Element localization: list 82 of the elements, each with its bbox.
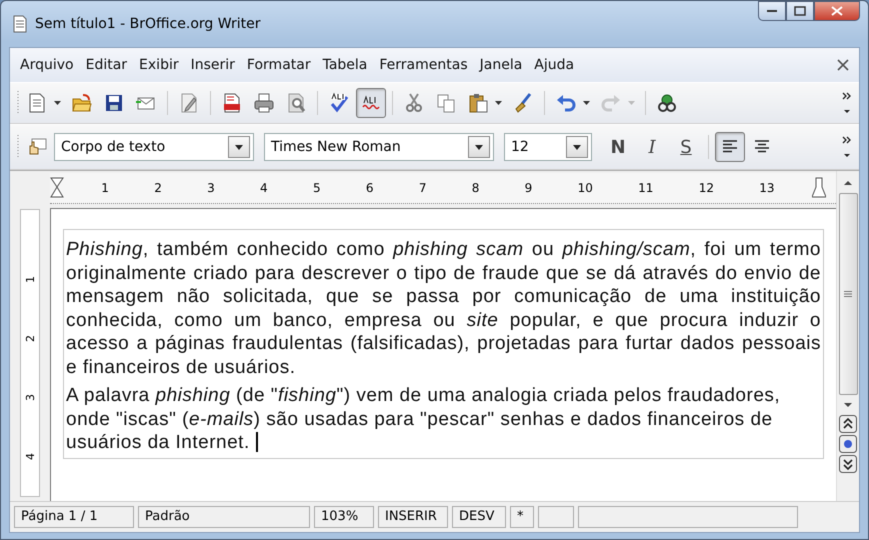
scissors-icon	[403, 92, 425, 114]
dropdown-value: Corpo de texto	[61, 139, 166, 155]
ruler-number: 2	[153, 181, 163, 195]
font-name-dropdown[interactable]: Times New Roman	[264, 133, 494, 161]
overflow-icon[interactable]	[841, 90, 853, 116]
scrollbar-thumb[interactable]	[838, 193, 858, 395]
dropdown-arrow-icon[interactable]	[475, 144, 483, 150]
status-field: 103%	[314, 506, 374, 528]
caret-icon[interactable]	[495, 101, 502, 105]
bold-button[interactable]: N	[602, 132, 634, 162]
font-size-dropdown[interactable]: 12	[504, 133, 592, 161]
menu-item[interactable]: Inserir	[184, 57, 241, 73]
printer-icon	[253, 92, 275, 114]
ruler-number: 6	[364, 181, 375, 195]
window-title: Sem título1 - BrOffice.org Writer	[35, 16, 260, 32]
minimize-button[interactable]	[758, 1, 786, 21]
close-button[interactable]	[814, 1, 860, 21]
app-icon	[11, 14, 29, 34]
menu-item[interactable]: Arquivo	[14, 57, 80, 73]
vertical-scrollbar[interactable]	[836, 171, 859, 501]
align-left-icon	[722, 140, 738, 154]
menu-item[interactable]: Editar	[80, 57, 134, 73]
ruler-number: 11	[637, 181, 654, 195]
ruler-number: 13	[758, 181, 776, 195]
maximize-button[interactable]	[786, 1, 814, 21]
paragraph-style-dropdown[interactable]: Corpo de texto	[54, 133, 254, 161]
status-field: DESV	[452, 506, 506, 528]
ruler-number: 4	[24, 453, 36, 460]
close-document-icon[interactable]	[837, 59, 849, 71]
ruler-number: 1	[24, 276, 36, 283]
menu-item[interactable]: Formatar	[240, 57, 317, 73]
underline-button[interactable]: S	[670, 132, 702, 162]
status-field: INSERIR	[378, 506, 448, 528]
status-field: Padrão	[138, 506, 310, 528]
ruler-number: 2	[24, 335, 36, 342]
maximize-icon	[794, 6, 806, 16]
ruler-number: 8	[470, 181, 480, 195]
folder-icon	[71, 92, 93, 114]
dropdown-value: Times New Roman	[271, 139, 401, 155]
ruler-number: 12	[698, 181, 715, 195]
caret-icon[interactable]	[583, 101, 590, 105]
indent-marker-icon[interactable]	[812, 177, 826, 199]
ruler-number: 3	[206, 181, 216, 195]
menu-item[interactable]: Janela	[474, 57, 528, 73]
previous-page-icon[interactable]	[839, 415, 857, 433]
document-page[interactable]	[50, 208, 836, 501]
menu-item[interactable]: Exibir	[133, 57, 185, 73]
dropdown-arrow-icon[interactable]	[573, 144, 581, 150]
toolbar-button[interactable]	[356, 88, 386, 118]
clipboard-icon	[467, 92, 489, 114]
paragraph: A palavra phishing (de "fishing") vem de uma analogia criada pelos fraudadores, onde "iscas" (e-mails) são usadas para "pescar" senhas e dados financeiros de usuários da Internet.	[66, 384, 782, 454]
ruler-number: 4	[259, 181, 269, 195]
ruler-number: 10	[576, 181, 594, 195]
undo-icon	[555, 92, 577, 114]
ruler-number: 9	[524, 181, 534, 195]
next-page-icon[interactable]	[839, 455, 857, 473]
pdf-icon	[221, 92, 243, 114]
ruler-number: 1	[100, 181, 110, 195]
dropdown-arrow-icon[interactable]	[235, 144, 243, 150]
ruler-number: 5	[312, 181, 322, 195]
close-icon	[831, 6, 843, 16]
horizontal-ruler[interactable]: 1 2 3 4 5 6 7 8 9 10 11 12 13	[50, 173, 836, 204]
minimize-icon	[767, 9, 777, 13]
menu-item[interactable]: Ferramentas	[373, 57, 474, 73]
menu-item[interactable]: Ajuda	[528, 57, 580, 73]
align-button[interactable]	[715, 132, 745, 162]
redo-icon	[600, 92, 622, 114]
italic-button[interactable]: I	[636, 132, 668, 162]
status-field: Página 1 / 1	[14, 506, 134, 528]
paragraph: Phishing, também conhecido como phishing scam ou phishing/scam, foi um termo originalmente criado para descrever o tipo de fraude que se dá através do envio de mensagem não solicitada, que se passa por comunicação de uma instituição conhecida, como um banco, empresa ou site popular, e que procura induzir o acesso a páginas fraudulentas (falsificadas), projetadas para furtar dados pessoais e financeiros de usuários.	[66, 238, 821, 379]
caret-icon[interactable]	[54, 101, 61, 105]
ruler-number: 3	[24, 394, 36, 401]
dropdown-value: 12	[511, 139, 529, 155]
overflow-icon[interactable]	[841, 134, 853, 160]
navigator-icon	[656, 92, 678, 114]
ruler-number: 7	[418, 181, 428, 195]
align-center-icon	[754, 140, 770, 154]
copy-icon	[435, 92, 457, 114]
menu-item[interactable]: Tabela	[316, 57, 374, 73]
spellcheck-icon	[328, 92, 350, 114]
status-panel	[538, 506, 574, 528]
status-field: *	[510, 506, 534, 528]
